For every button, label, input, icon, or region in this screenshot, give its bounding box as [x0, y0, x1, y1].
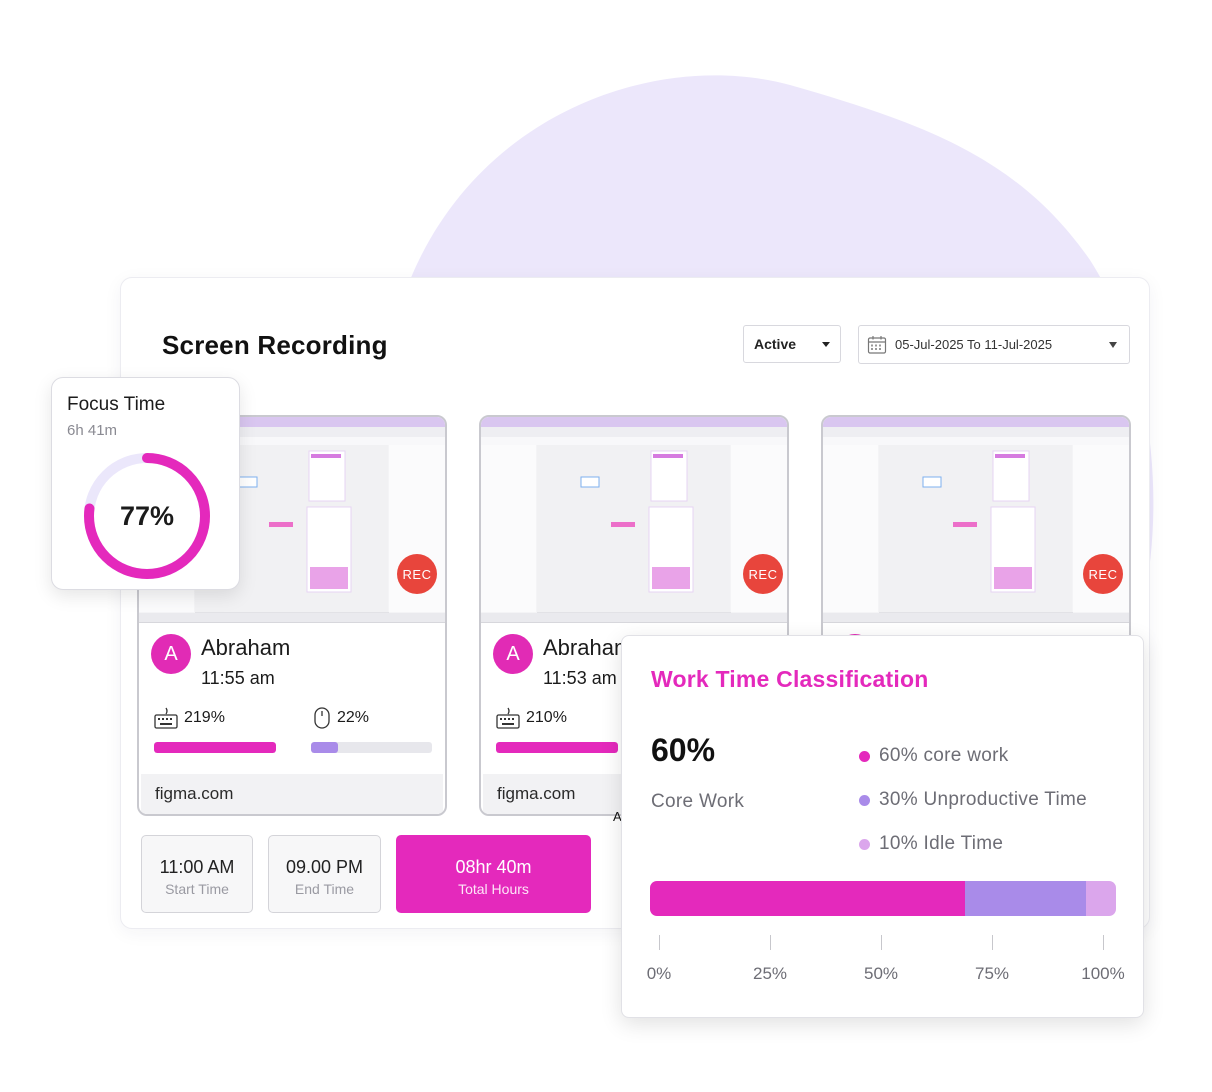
legend-item: 60% core work: [859, 734, 1087, 778]
chevron-down-icon: [1109, 341, 1117, 348]
classification-legend: 60% core work 30% Unproductive Time 10% …: [859, 734, 1087, 866]
legend-dot: [859, 838, 870, 850]
status-filter-value: Active: [754, 336, 797, 352]
screenshot-image: [823, 417, 1129, 622]
keyboard-percent: 210%: [526, 709, 567, 726]
mouse-percent: 22%: [337, 709, 370, 726]
legend-label: 60% core work: [879, 745, 1009, 766]
mouse-progress-fill: [311, 742, 338, 753]
keyboard-progress-fill: [154, 742, 276, 753]
focus-time-card: Focus Time 6h 41m 77%: [51, 377, 240, 590]
screenshot-thumbnail[interactable]: REC: [481, 417, 787, 623]
axis-tick: [770, 935, 771, 950]
legend-dot: [859, 794, 870, 806]
bar-segment-unproductive: [964, 881, 1086, 916]
avatar: A: [151, 634, 191, 674]
axis-tick-label: 75%: [974, 964, 1010, 983]
screenshot-thumbnail[interactable]: REC: [823, 417, 1129, 623]
axis-tick-label: 50%: [863, 964, 899, 983]
legend-dot: [859, 750, 870, 762]
classification-title: Work Time Classification: [651, 666, 929, 692]
calendar-icon: [867, 335, 887, 354]
end-time-value: 09.00 PM: [285, 857, 364, 877]
start-time-label: Start Time: [165, 881, 229, 897]
work-time-classification-card: Work Time Classification 60% Core Work 6…: [621, 635, 1144, 1018]
legend-label: 10% Idle Time: [879, 833, 1004, 854]
user-name: Abraham: [543, 635, 633, 660]
date-range-picker[interactable]: 05-Jul-2025 To 11-Jul-2025: [858, 325, 1130, 364]
axis-tick: [881, 935, 882, 950]
total-hours-label: Total Hours: [458, 881, 529, 897]
axis-tick: [659, 935, 660, 950]
legend-label: 30% Unproductive Time: [879, 789, 1088, 810]
bar-segment-idle: [1085, 881, 1116, 916]
keyboard-progress-bar: [154, 742, 276, 753]
bar-segment-core-work: [650, 881, 965, 916]
site-label[interactable]: figma.com: [141, 774, 443, 814]
mouse-icon: [314, 707, 330, 729]
chevron-down-icon: [822, 341, 830, 347]
axis-tick-label: 25%: [752, 964, 788, 983]
core-work-label: Core Work: [651, 791, 745, 812]
status-filter-select[interactable]: Active: [743, 325, 841, 363]
keyboard-progress-fill: [496, 742, 618, 753]
keyboard-progress-bar: [496, 742, 618, 753]
start-time-value: 11:00 AM: [159, 857, 235, 877]
keyboard-activity: 219%: [154, 707, 225, 729]
classification-stacked-bar: [650, 881, 1116, 916]
core-work-percent: 60%: [651, 732, 716, 768]
keyboard-percent: 219%: [184, 709, 225, 726]
rec-badge: REC: [1083, 554, 1123, 594]
axis-tick-label: 100%: [1081, 964, 1125, 983]
focus-duration: 6h 41m: [67, 422, 118, 439]
avatar: A: [493, 634, 533, 674]
rec-badge: REC: [397, 554, 437, 594]
focus-title: Focus Time: [67, 394, 166, 415]
total-hours-value: 08hr 40m: [455, 857, 532, 877]
focus-percent: 77%: [119, 500, 175, 531]
keyboard-icon: [496, 707, 520, 729]
mouse-progress-bar: [311, 742, 432, 753]
start-time-box: 11:00 AM Start Time: [141, 835, 253, 913]
screenshot-image: [481, 417, 787, 622]
axis-tick: [1103, 935, 1104, 950]
end-time-box: 09.00 PM End Time: [268, 835, 381, 913]
recording-time: 11:53 am: [543, 668, 617, 688]
axis-tick: [992, 935, 993, 950]
page-title: Screen Recording: [162, 330, 388, 360]
mouse-activity: 22%: [313, 707, 369, 729]
legend-item: 30% Unproductive Time: [859, 778, 1087, 822]
user-name: Abraham: [201, 635, 291, 660]
legend-item: 10% Idle Time: [859, 822, 1087, 866]
date-range-value: 05-Jul-2025 To 11-Jul-2025: [895, 337, 1053, 352]
keyboard-icon: [154, 707, 178, 729]
end-time-label: End Time: [294, 881, 355, 897]
recording-time: 11:55 am: [201, 668, 275, 688]
axis-tick-label: 0%: [646, 964, 672, 983]
keyboard-activity: 210%: [496, 707, 567, 729]
rec-badge: REC: [743, 554, 783, 594]
total-hours-box: 08hr 40m Total Hours: [396, 835, 591, 913]
